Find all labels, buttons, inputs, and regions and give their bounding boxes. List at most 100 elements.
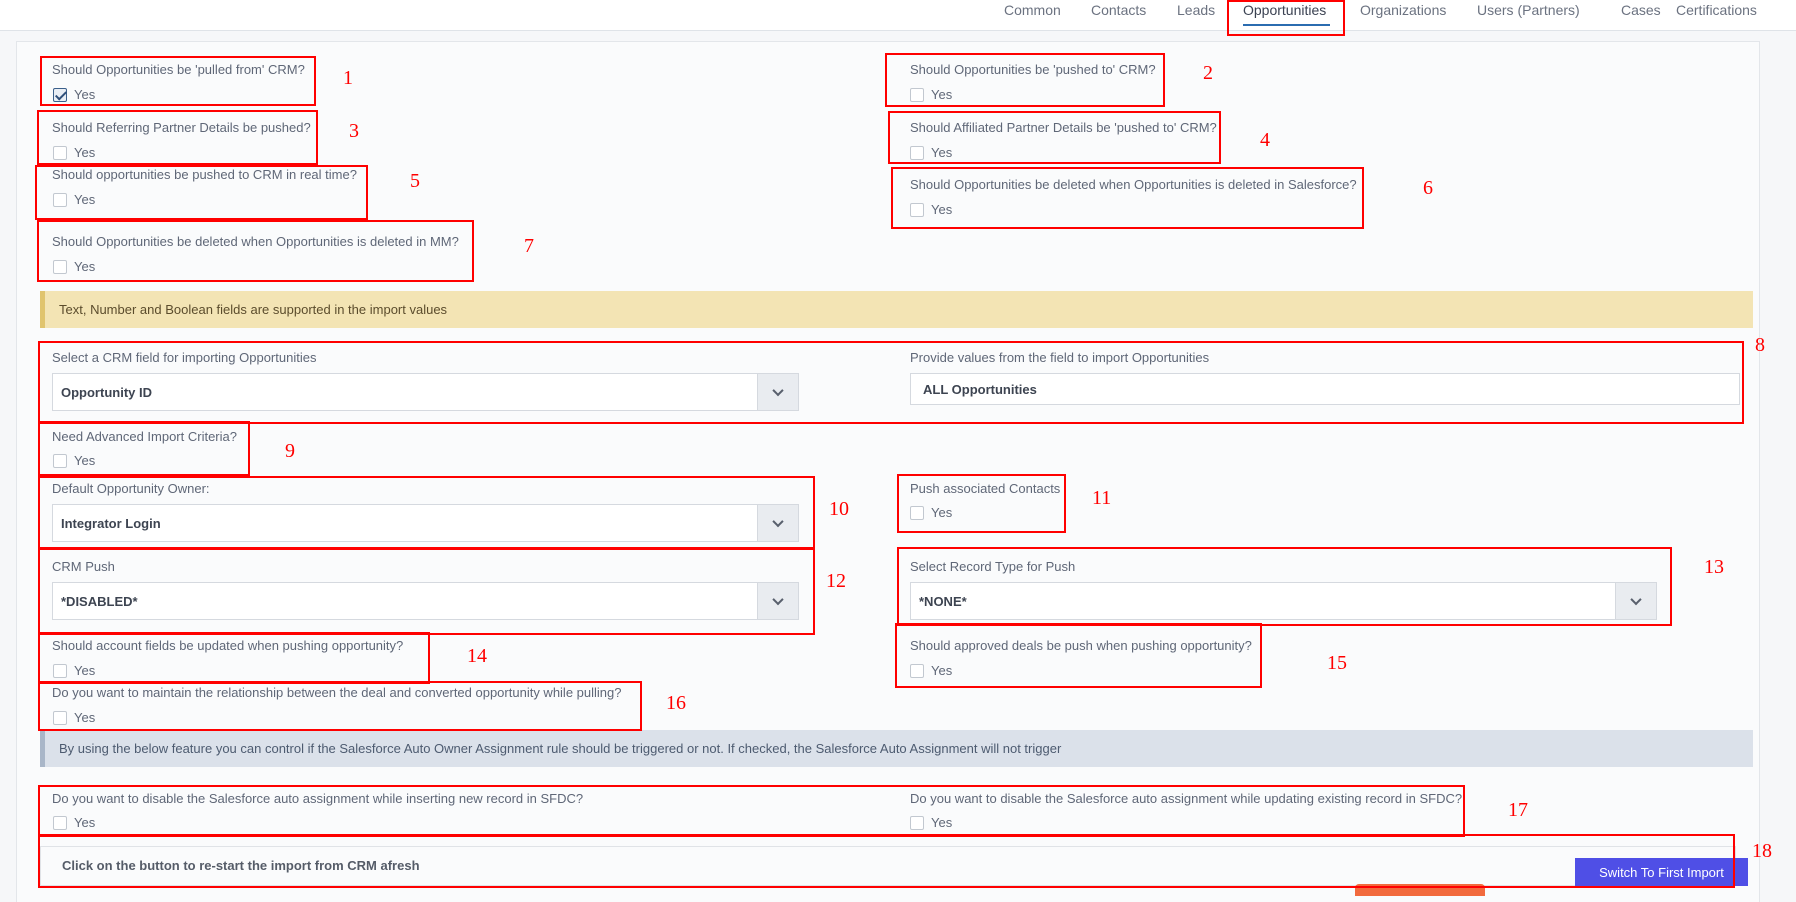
checkbox-row-delete-in-salesforce: Yes [910, 202, 952, 217]
checkbox-label: Yes [74, 710, 96, 725]
checkbox-row-delete-in-mm: Yes [53, 259, 95, 274]
checkbox-delete-in-salesforce[interactable] [910, 202, 924, 217]
annotation-number-12: 12 [826, 570, 846, 592]
checkbox-disable-assignment-update[interactable] [910, 815, 924, 830]
annotation-number-15: 15 [1327, 652, 1347, 674]
annotation-number-4: 4 [1260, 129, 1270, 151]
tab-bar: Common Contacts Leads Opportunities Orga… [0, 0, 1796, 31]
tab-cases[interactable]: Cases [1621, 2, 1661, 18]
crm-field-label: Select a CRM field for importing Opportu… [52, 350, 317, 365]
annotation-number-3: 3 [349, 120, 359, 142]
question-push-approved-deals: Should approved deals be push when pushi… [910, 638, 1252, 653]
annotation-number-2: 2 [1203, 62, 1213, 84]
checkbox-pushed-to-crm[interactable] [910, 87, 924, 102]
annotation-number-7: 7 [524, 235, 534, 257]
annotation-number-18: 18 [1752, 840, 1772, 862]
checkbox-row-pulled-from-crm: Yes [53, 87, 95, 102]
tab-leads[interactable]: Leads [1177, 2, 1215, 18]
tab-contacts[interactable]: Contacts [1091, 2, 1146, 18]
checkbox-push-contacts[interactable] [910, 505, 924, 520]
checkbox-row-disable-assignment-insert: Yes [53, 815, 95, 830]
checkbox-row-update-account-fields: Yes [53, 663, 95, 678]
annotation-number-1: 1 [343, 67, 353, 89]
checkbox-referring-partner[interactable] [53, 145, 67, 160]
question-affiliated-partner: Should Affiliated Partner Details be 'pu… [910, 120, 1217, 135]
crm-push-label: CRM Push [52, 559, 115, 574]
question-disable-assignment-update: Do you want to disable the Salesforce au… [910, 791, 1463, 806]
import-values-notice: Text, Number and Boolean fields are supp… [40, 291, 1753, 328]
checkbox-row-advanced-import: Yes [53, 453, 95, 468]
annotation-number-9: 9 [285, 440, 295, 462]
default-owner-select[interactable]: Integrator Login [52, 504, 799, 542]
record-type-select[interactable]: *NONE* [910, 582, 1657, 620]
question-disable-assignment-insert: Do you want to disable the Salesforce au… [52, 791, 584, 806]
checkbox-real-time-push[interactable] [53, 192, 67, 207]
question-advanced-import: Need Advanced Import Criteria? [52, 429, 237, 444]
switch-to-first-import-button[interactable]: Switch To First Import [1575, 858, 1748, 886]
chevron-down-icon [757, 374, 798, 410]
checkbox-row-disable-assignment-update: Yes [910, 815, 952, 830]
restart-import-text: Click on the button to re-start the impo… [62, 858, 420, 873]
checkbox-label: Yes [931, 505, 953, 520]
checkbox-row-referring-partner: Yes [53, 145, 95, 160]
tab-organizations[interactable]: Organizations [1360, 2, 1446, 18]
annotation-number-16: 16 [666, 692, 686, 714]
checkbox-label: Yes [931, 202, 953, 217]
annotation-number-11: 11 [1092, 487, 1112, 509]
question-referring-partner: Should Referring Partner Details be push… [52, 120, 311, 135]
checkbox-update-account-fields[interactable] [53, 663, 67, 678]
annotation-number-5: 5 [410, 170, 420, 192]
checkbox-row-affiliated-partner: Yes [910, 145, 952, 160]
floating-action-button[interactable] [1355, 884, 1485, 896]
annotation-number-6: 6 [1423, 177, 1433, 199]
question-delete-in-mm: Should Opportunities be deleted when Opp… [52, 234, 459, 249]
import-values-input[interactable]: ALL Opportunities [910, 373, 1740, 405]
tab-users-partners[interactable]: Users (Partners) [1477, 2, 1580, 18]
checkbox-row-real-time-push: Yes [53, 192, 95, 207]
checkbox-maintain-relationship[interactable] [53, 710, 67, 725]
crm-field-select[interactable]: Opportunity ID [52, 373, 799, 411]
chevron-down-icon [757, 583, 798, 619]
checkbox-push-approved-deals[interactable] [910, 663, 924, 678]
checkbox-label: Yes [931, 145, 953, 160]
checkbox-row-push-contacts: Yes [910, 505, 952, 520]
crm-field-value: Opportunity ID [61, 384, 152, 400]
checkbox-disable-assignment-insert[interactable] [53, 815, 67, 830]
auto-assignment-notice: By using the below feature you can contr… [40, 730, 1753, 767]
checkbox-label: Yes [74, 815, 96, 830]
checkbox-label: Yes [74, 663, 96, 678]
annotation-number-10: 10 [829, 498, 849, 520]
annotation-number-13: 13 [1704, 556, 1724, 578]
checkbox-pulled-from-crm[interactable] [53, 87, 67, 102]
question-real-time-push: Should opportunities be pushed to CRM in… [52, 167, 357, 182]
checkbox-label: Yes [74, 453, 96, 468]
checkbox-affiliated-partner[interactable] [910, 145, 924, 160]
checkbox-row-push-approved-deals: Yes [910, 663, 952, 678]
checkbox-delete-in-mm[interactable] [53, 259, 67, 274]
chevron-down-icon [1615, 583, 1656, 619]
chevron-down-icon [757, 505, 798, 541]
record-type-value: *NONE* [919, 593, 967, 609]
checkbox-label: Yes [74, 192, 96, 207]
question-pulled-from-crm: Should Opportunities be 'pulled from' CR… [52, 62, 305, 77]
checkbox-label: Yes [931, 663, 953, 678]
crm-push-select[interactable]: *DISABLED* [52, 582, 799, 620]
tab-common[interactable]: Common [1004, 2, 1061, 18]
checkbox-row-maintain-relationship: Yes [53, 710, 95, 725]
checkbox-advanced-import[interactable] [53, 453, 67, 468]
active-tab-indicator [1243, 24, 1330, 26]
default-owner-value: Integrator Login [61, 515, 161, 531]
question-delete-in-salesforce: Should Opportunities be deleted when Opp… [910, 177, 1357, 192]
annotation-number-17: 17 [1508, 799, 1528, 821]
tab-opportunities[interactable]: Opportunities [1243, 2, 1326, 18]
checkbox-row-pushed-to-crm: Yes [910, 87, 952, 102]
question-maintain-relationship: Do you want to maintain the relationship… [52, 685, 622, 700]
tab-certifications[interactable]: Certifications [1676, 2, 1757, 18]
question-push-contacts: Push associated Contacts [910, 481, 1061, 496]
crm-push-value: *DISABLED* [61, 593, 138, 609]
checkbox-label: Yes [931, 87, 953, 102]
question-update-account-fields: Should account fields be updated when pu… [52, 638, 404, 653]
record-type-label: Select Record Type for Push [910, 559, 1076, 574]
question-pushed-to-crm: Should Opportunities be 'pushed to' CRM? [910, 62, 1156, 77]
checkbox-label: Yes [74, 259, 96, 274]
